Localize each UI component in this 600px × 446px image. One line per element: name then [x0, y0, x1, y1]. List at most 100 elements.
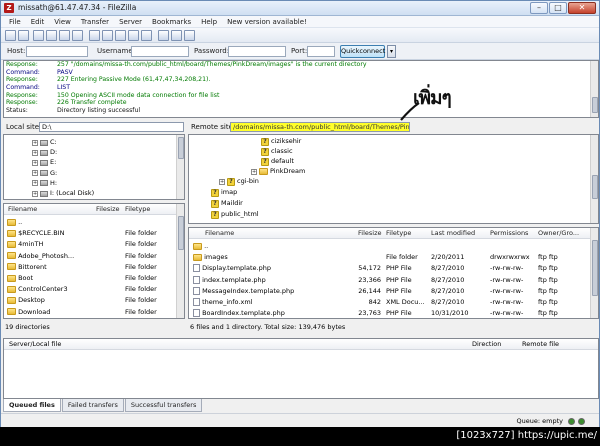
toggle-local-tree-icon[interactable]	[46, 30, 57, 41]
remote-col-owner-group[interactable]: Owner/Gro...	[538, 228, 579, 239]
local-file-row[interactable]: ControlCenter3 File folder	[4, 284, 184, 295]
remote-site-path-input[interactable]: /domains/missa-th.com/public_html/board/…	[230, 122, 410, 132]
remote-file-row[interactable]: Display.template.php 54,172 PHP File 8/27/2…	[189, 263, 598, 274]
expand-icon[interactable]: +	[251, 168, 257, 175]
expand-icon[interactable]: +	[32, 190, 38, 197]
remote-file-list[interactable]: Filename Filesize Filetype Last modified…	[188, 227, 599, 319]
local-tree-node[interactable]: + E:	[32, 158, 56, 167]
local-tree-node[interactable]: + G:	[32, 169, 57, 178]
toggle-remote-tree-icon[interactable]	[59, 30, 70, 41]
remote-file-row[interactable]: ..	[189, 241, 598, 252]
disconnect-icon[interactable]	[128, 30, 139, 41]
menu-help[interactable]: Help	[196, 16, 222, 27]
expand-icon[interactable]: +	[32, 170, 38, 177]
toggle-queue-icon[interactable]	[72, 30, 83, 41]
quickconnect-button[interactable]: Quickconnect	[340, 45, 385, 58]
local-file-list[interactable]: Filename Filesize Filetype .. $RECYCLE.B…	[3, 203, 185, 319]
reconnect-icon[interactable]	[141, 30, 152, 41]
toggle-log-icon[interactable]	[33, 30, 44, 41]
local-file-row[interactable]: Bittorent File folder	[4, 262, 184, 273]
tab-failed-transfers[interactable]: Failed transfers	[61, 399, 124, 412]
expand-icon[interactable]: +	[32, 159, 38, 166]
username-input[interactable]	[131, 46, 189, 57]
remote-file-row[interactable]: MessageIndex.template.php 26,144 PHP File 8…	[189, 286, 598, 297]
local-col-filename[interactable]: Filename	[8, 204, 37, 215]
local-list-scrollbar[interactable]	[176, 204, 184, 318]
remote-file-row[interactable]: index.template.php 23,366 PHP File 8/27/201…	[189, 275, 598, 286]
local-file-row[interactable]: $RECYCLE.BIN File folder	[4, 228, 184, 239]
process-queue-icon[interactable]	[102, 30, 113, 41]
message-log[interactable]: Response: 257 "/domains/missa-th.com/publ…	[3, 60, 599, 118]
local-tree-node[interactable]: + H:	[32, 179, 57, 188]
remote-file-row[interactable]: theme_info.xml 842 XML Docu... 8/27/2010 -rw…	[189, 297, 598, 308]
remote-tree-node[interactable]: ? classic	[261, 147, 293, 156]
refresh-icon[interactable]	[89, 30, 100, 41]
remote-tree-node[interactable]: ? ciziksehir	[261, 137, 301, 146]
remote-tree-node[interactable]: ? imap	[211, 188, 237, 197]
menu-file[interactable]: File	[4, 16, 26, 27]
local-tree-node[interactable]: + C:	[32, 138, 57, 147]
directory-comparison-icon[interactable]	[158, 30, 169, 41]
cancel-operation-icon[interactable]	[115, 30, 126, 41]
local-col-filesize[interactable]: Filesize	[96, 204, 119, 215]
tab-queued-files[interactable]: Queued files	[3, 399, 61, 412]
menu-edit[interactable]: Edit	[26, 16, 50, 27]
minimize-button[interactable]: –	[530, 2, 548, 14]
menu-view[interactable]: View	[49, 16, 76, 27]
synchronized-browsing-icon[interactable]	[171, 30, 182, 41]
remote-col-filesize[interactable]: Filesize	[358, 228, 381, 239]
expand-icon[interactable]: +	[32, 149, 38, 156]
menu-server[interactable]: Server	[114, 16, 147, 27]
remote-tree-node[interactable]: ? public_html	[211, 210, 259, 219]
local-file-row[interactable]: Download File folder	[4, 307, 184, 318]
menu-new-version[interactable]: New version available!	[222, 16, 312, 27]
remote-list-scrollbar[interactable]	[590, 228, 598, 318]
password-input[interactable]	[228, 46, 286, 57]
local-file-row[interactable]: Boot File folder	[4, 273, 184, 284]
remote-file-row[interactable]: BoardIndex.template.php 23,763 PHP File 10/…	[189, 308, 598, 318]
local-file-row[interactable]: Adobe_Photosh... File folder	[4, 251, 184, 262]
menu-transfer[interactable]: Transfer	[76, 16, 114, 27]
remote-tree-node[interactable]: ? Maildir	[211, 199, 243, 208]
remote-col-last-modified[interactable]: Last modified	[431, 228, 475, 239]
remote-file-type: File folder	[386, 253, 418, 262]
expand-icon[interactable]: +	[219, 178, 225, 185]
remote-col-filename[interactable]: Filename	[205, 228, 234, 239]
remote-tree-node[interactable]: ? default	[261, 157, 294, 166]
tab-successful-transfers[interactable]: Successful transfers	[124, 399, 203, 412]
site-manager-dropdown-icon[interactable]	[18, 30, 29, 41]
queue-col-server-local-file[interactable]: Server/Local file	[9, 339, 61, 350]
local-site-path-input[interactable]: D:\	[39, 122, 184, 132]
remote-file-permissions: -rw-rw-rw-	[490, 298, 524, 306]
local-file-row[interactable]: 4minTH File folder	[4, 239, 184, 250]
maximize-button[interactable]: □	[549, 2, 567, 14]
remote-tree-node[interactable]: + PinkDream	[251, 167, 305, 176]
remote-directory-tree[interactable]: ? ciziksehir? classic? default + PinkDream +? c…	[188, 134, 599, 224]
quickconnect-dropdown-button[interactable]: ▾	[387, 45, 396, 58]
close-button[interactable]: ✕	[568, 2, 596, 14]
local-tree-node[interactable]: + I: (Local Disk)	[32, 189, 94, 198]
host-input[interactable]	[26, 46, 88, 57]
local-col-filetype[interactable]: Filetype	[125, 204, 150, 215]
remote-col-filetype[interactable]: Filetype	[386, 228, 411, 239]
expand-icon[interactable]: +	[32, 180, 38, 187]
remote-file-row[interactable]: images File folder 2/20/2011 drwxrwxrwx ftp …	[189, 252, 598, 263]
port-input[interactable]	[307, 46, 335, 57]
remote-col-permissions[interactable]: Permissions	[490, 228, 528, 239]
queue-col-remote-file[interactable]: Remote file	[522, 339, 559, 350]
local-tree-node[interactable]: + D:	[32, 148, 57, 157]
remote-tree-scrollbar[interactable]	[590, 135, 598, 223]
search-icon[interactable]	[184, 30, 195, 41]
remote-tree-node[interactable]: +? cgi-bin	[219, 177, 259, 186]
remote-file-name: ..	[204, 242, 209, 250]
local-file-row[interactable]: ..	[4, 217, 184, 228]
local-file-row[interactable]: Desktop File folder	[4, 295, 184, 306]
queue-col-direction[interactable]: Direction	[472, 339, 501, 350]
transfer-queue[interactable]: Server/Local file Direction Remote file	[3, 338, 599, 399]
menu-bookmarks[interactable]: Bookmarks	[147, 16, 196, 27]
local-directory-tree[interactable]: + C: + D: + E: + G: + H: + I: (Local Disk)	[3, 134, 185, 200]
expand-icon[interactable]: +	[32, 139, 38, 146]
log-scrollbar[interactable]	[590, 61, 598, 117]
local-tree-scrollbar[interactable]	[176, 135, 184, 199]
site-manager-icon[interactable]	[5, 30, 16, 41]
